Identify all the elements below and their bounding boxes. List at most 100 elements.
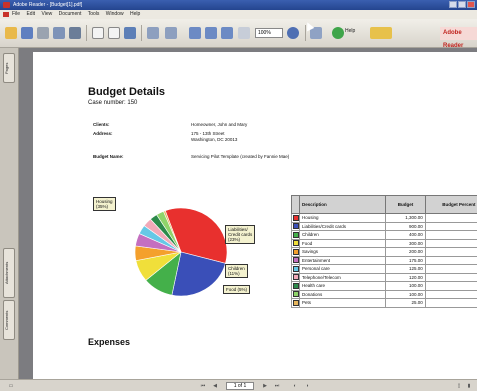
zoom-in-circle-icon[interactable] — [287, 27, 299, 39]
description-cell: Savings — [298, 247, 387, 257]
description-cell: Housing — [298, 213, 387, 223]
budget-table-body: Housing1,300.0035.0Liabilities/Credit ca… — [291, 213, 477, 308]
color-swatch — [291, 213, 300, 223]
menu-file[interactable]: File — [12, 11, 20, 17]
table-row: Children400.0011.0 — [291, 230, 477, 240]
description-cell: Donations — [298, 289, 387, 299]
description-cell: Telephone/Telecom — [298, 272, 387, 282]
column-description: Description — [298, 195, 387, 214]
document-title: Budget Details — [88, 86, 166, 98]
document-menu-icon[interactable] — [3, 12, 9, 17]
description-cell: Health care — [298, 281, 387, 291]
color-swatch — [291, 289, 300, 299]
tab-attachments[interactable]: Attachments — [3, 248, 15, 298]
close-button[interactable] — [467, 1, 475, 8]
percent-cell: 5.0 — [424, 255, 477, 265]
navigation-pane: Pages Attachments Comments — [0, 48, 19, 379]
budget-pie-chart — [134, 207, 228, 297]
snapshot-icon[interactable] — [124, 27, 136, 39]
hand-tool-icon[interactable] — [92, 27, 104, 39]
previous-page-button[interactable]: ◀ — [212, 383, 218, 389]
table-row: Health care100.003.0 — [291, 281, 477, 291]
search-icon[interactable] — [69, 27, 81, 39]
clients-value: Homeowner, John and Mary — [191, 122, 248, 127]
previous-view-button[interactable]: ◐ — [292, 383, 298, 389]
page-size-icon: ▭ — [8, 383, 14, 389]
save-icon[interactable] — [21, 27, 33, 39]
budget-cell: 125.00 — [385, 264, 426, 274]
zoom-in-icon[interactable] — [165, 27, 177, 39]
description-cell: Pets — [298, 298, 387, 308]
budget-cell: 1,300.00 — [385, 213, 426, 223]
budget-cell: 400.00 — [385, 230, 426, 240]
next-view-button[interactable]: ◑ — [304, 383, 310, 389]
toolbar-separator — [141, 25, 142, 41]
color-swatch — [291, 247, 300, 257]
color-swatch — [291, 255, 300, 265]
budget-cell: 120.00 — [385, 272, 426, 282]
menu-document[interactable]: Document — [59, 11, 82, 17]
color-swatch — [291, 298, 300, 308]
open-icon[interactable] — [5, 27, 17, 39]
table-row: Housing1,300.0035.0 — [291, 213, 477, 223]
single-page-icon[interactable]: ▯ — [456, 383, 462, 389]
last-page-button[interactable]: ⏭ — [274, 383, 280, 389]
callout-housing-line2: (35%) — [96, 204, 109, 209]
address-label: Address: — [93, 131, 113, 136]
fit-width-icon[interactable] — [221, 27, 233, 39]
color-swatch — [291, 264, 300, 274]
actual-size-icon[interactable] — [189, 27, 201, 39]
page-number-input[interactable]: 1 of 1 — [226, 382, 254, 390]
color-swatch — [291, 272, 300, 282]
menu-help[interactable]: Help — [130, 11, 140, 17]
percent-cell: 3.0 — [424, 272, 477, 282]
description-cell: Food — [298, 238, 387, 248]
address-line2: Washington, DC 20013 — [191, 137, 238, 142]
fit-page-icon[interactable] — [205, 27, 217, 39]
next-page-button[interactable]: ▶ — [262, 383, 268, 389]
percent-cell: 3.0 — [424, 281, 477, 291]
help-icon[interactable] — [332, 27, 344, 39]
table-row: Personal care125.003.0 — [291, 264, 477, 274]
budget-cell: 25.00 — [385, 298, 426, 308]
table-row: Donations100.003.0 — [291, 289, 477, 299]
expenses-heading: Expenses — [88, 337, 131, 347]
callout-liabilities-line3: (23%) — [228, 237, 241, 242]
case-number: Case number: 150 — [88, 100, 138, 106]
budget-cell: 900.00 — [385, 221, 426, 231]
menu-view[interactable]: View — [41, 11, 52, 17]
zoom-input[interactable]: 100% — [255, 28, 283, 38]
address-line1: 175 - 13th Street — [191, 131, 225, 136]
help-label[interactable]: Help — [345, 28, 355, 34]
yahoo-toolbar-icon[interactable] — [370, 27, 392, 39]
title-bar: Adobe Reader - [Budget[1].pdf] — [0, 0, 477, 10]
menu-window[interactable]: Window — [106, 11, 124, 17]
zoom-out-icon[interactable] — [147, 27, 159, 39]
first-page-button[interactable]: ⏮ — [200, 383, 206, 389]
budget-cell: 200.00 — [385, 247, 426, 257]
budget-table: Description Budget Budget Percent Housin… — [291, 195, 477, 308]
budget-cell: 100.00 — [385, 281, 426, 291]
percent-cell: 5.0 — [424, 238, 477, 248]
print-icon[interactable] — [37, 27, 49, 39]
zoom-dropdown-icon[interactable] — [238, 27, 250, 39]
column-budget: Budget — [385, 195, 426, 214]
maximize-button[interactable] — [458, 1, 466, 8]
toolbar: 100% Help Adobe Reader — [0, 19, 477, 49]
tab-pages[interactable]: Pages — [3, 53, 15, 83]
status-bar: ▭ ⏮ ◀ 1 of 1 ▶ ⏭ ◐ ◑ ▯ ▮ — [0, 379, 477, 391]
menu-edit[interactable]: Edit — [26, 11, 35, 17]
minimize-button[interactable] — [449, 1, 457, 8]
description-cell: Entertainment — [298, 255, 387, 265]
menu-tools[interactable]: Tools — [88, 11, 100, 17]
tab-comments[interactable]: Comments — [3, 300, 15, 340]
color-swatch — [291, 238, 300, 248]
percent-cell: 5.0 — [424, 247, 477, 257]
document-view[interactable]: Budget Details Case number: 150 Clients:… — [19, 48, 477, 379]
continuous-page-icon[interactable]: ▮ — [466, 383, 472, 389]
email-icon[interactable] — [53, 27, 65, 39]
select-text-icon[interactable] — [108, 27, 120, 39]
adobe-reader-icon — [3, 2, 10, 8]
budget-name-label: Budget Name: — [93, 154, 124, 159]
description-cell: Children — [298, 230, 387, 240]
